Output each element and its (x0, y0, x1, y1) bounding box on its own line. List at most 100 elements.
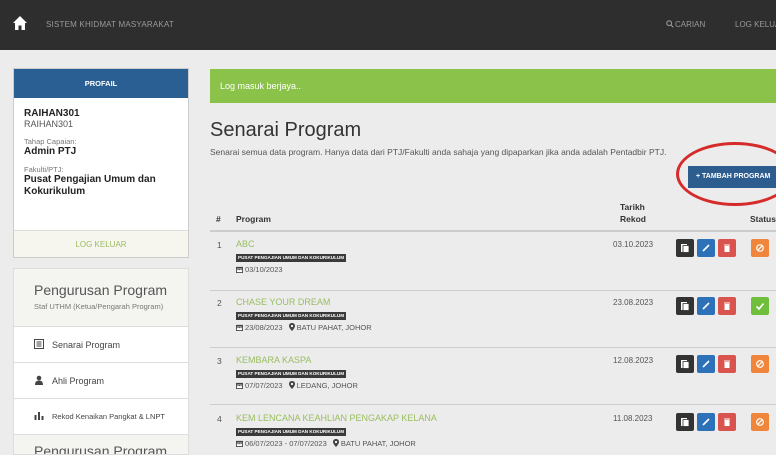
calendar-icon (236, 382, 243, 391)
menu-section-header: Pengurusan Program Staf UTHM (Ketua/Peng… (14, 269, 188, 327)
user-icon (34, 364, 46, 400)
program-location: BATU PAHAT, JOHOR (296, 323, 372, 332)
delete-button[interactable] (718, 355, 736, 373)
view-button[interactable] (676, 355, 694, 373)
sidebar-item-label: Rekod Kenaikan Pangkat & LNPT (52, 412, 165, 421)
sidebar-menu: Pengurusan Program Staf UTHM (Ketua/Peng… (13, 268, 189, 455)
col-header-date-line1: Tarikh (620, 202, 645, 212)
logout-link[interactable]: LOG KELUAR (735, 20, 776, 29)
ban-icon (756, 360, 764, 368)
row-number: 1 (217, 240, 222, 250)
view-button[interactable] (676, 413, 694, 431)
ptj-badge: PUSAT PENGAJIAN UMUM DAN KOKURIKULUM (236, 312, 347, 320)
menu-next-section-title: Pengurusan Program (14, 435, 188, 454)
pencil-icon (702, 418, 710, 426)
top-navbar: SISTEM KHIDMAT MASYARAKAT CARIAN LOG KEL… (0, 0, 776, 50)
delete-button[interactable] (718, 297, 736, 315)
document-icon (681, 244, 690, 253)
bar-chart-icon (34, 400, 46, 436)
edit-button[interactable] (697, 355, 715, 373)
program-date-info: 23/08/2023 BATU PAHAT, JOHOR (236, 323, 372, 333)
program-date: 23/08/2023 (245, 323, 283, 332)
map-marker-icon (332, 439, 339, 449)
edit-button[interactable] (697, 413, 715, 431)
page-title: Senarai Program (210, 119, 362, 141)
status-button[interactable] (751, 355, 769, 373)
edit-button[interactable] (697, 239, 715, 257)
ptj-badge: PUSAT PENGAJIAN UMUM DAN KOKURIKULUM (236, 254, 347, 262)
profile-username: RAIHAN301 (24, 108, 80, 119)
calendar-icon (236, 324, 243, 333)
success-alert: Log masuk berjaya.. (210, 69, 776, 103)
calendar-icon (236, 266, 243, 275)
access-level-value: Admin PTJ (24, 146, 77, 157)
annotation-circle (676, 142, 776, 206)
search-link[interactable]: CARIAN (666, 20, 705, 29)
trash-icon (724, 244, 730, 252)
document-icon (681, 302, 690, 311)
col-header-program: Program (236, 214, 271, 224)
access-level-label: Tahap Capaian: (24, 137, 77, 146)
sidebar-item-label: Ahli Program (52, 376, 105, 386)
record-date: 23.08.2023 (613, 298, 654, 307)
status-button[interactable] (751, 413, 769, 431)
col-header-date: Tarikh Rekod (620, 201, 646, 225)
profile-logout-button[interactable]: LOG KELUAR (14, 230, 188, 257)
program-name-link[interactable]: KEM LENCANA KEAHLIAN PENGAKAP KELANA (236, 413, 437, 423)
row-number: 4 (217, 414, 222, 424)
col-header-status: Status (750, 214, 776, 224)
program-name-link[interactable]: ABC (236, 239, 255, 249)
table-header-divider (210, 230, 776, 232)
status-button[interactable] (751, 239, 769, 257)
record-date: 11.08.2023 (613, 414, 653, 423)
sidebar-item-rekod-kenaikan[interactable]: Rekod Kenaikan Pangkat & LNPT (14, 399, 188, 435)
list-icon (34, 328, 46, 364)
row-divider (210, 347, 776, 348)
delete-button[interactable] (718, 413, 736, 431)
search-label: CARIAN (675, 20, 706, 29)
sidebar-item-ahli-program[interactable]: Ahli Program (14, 363, 188, 399)
faculty-value: Pusat Pengajian Umum dan Kokurikulum (24, 174, 156, 197)
view-button[interactable] (676, 297, 694, 315)
document-icon (681, 418, 690, 427)
brand-title[interactable]: SISTEM KHIDMAT MASYARAKAT (46, 20, 174, 29)
profile-header: PROFAIL (14, 69, 188, 98)
delete-button[interactable] (718, 239, 736, 257)
check-icon (755, 302, 765, 311)
row-number: 3 (217, 356, 222, 366)
faculty-label: Fakulti/PTJ: (24, 165, 64, 174)
map-marker-icon (288, 323, 295, 333)
col-header-num: # (216, 214, 221, 224)
ban-icon (756, 244, 764, 252)
document-icon (681, 360, 690, 369)
program-date: 06/07/2023 - 07/07/2023 (245, 439, 327, 448)
ptj-badge: PUSAT PENGAJIAN UMUM DAN KOKURIKULUM (236, 428, 347, 436)
ban-icon (756, 418, 764, 426)
row-divider (210, 404, 776, 405)
status-button[interactable] (751, 297, 769, 315)
program-date: 07/07/2023 (245, 381, 283, 390)
program-date-info: 06/07/2023 - 07/07/2023 BATU PAHAT, JOHO… (236, 439, 416, 449)
row-number: 2 (217, 298, 222, 308)
sidebar-item-senarai-program[interactable]: Senarai Program (14, 327, 188, 363)
page-subtitle: Senarai semua data program. Hanya data d… (210, 147, 667, 157)
program-date-info: 03/10/2023 (236, 265, 283, 275)
trash-icon (724, 360, 730, 368)
profile-panel: PROFAIL RAIHAN301 RAIHAN301 Tahap Capaia… (13, 68, 189, 258)
row-divider (210, 290, 776, 291)
program-name-link[interactable]: CHASE YOUR DREAM (236, 297, 330, 307)
edit-button[interactable] (697, 297, 715, 315)
home-icon[interactable] (12, 15, 28, 31)
trash-icon (724, 302, 730, 310)
trash-icon (724, 418, 730, 426)
record-date: 03.10.2023 (613, 240, 654, 249)
program-location: BATU PAHAT, JOHOR (340, 439, 416, 448)
ptj-badge: PUSAT PENGAJIAN UMUM DAN KOKURIKULUM (236, 370, 347, 378)
view-button[interactable] (676, 239, 694, 257)
profile-user-id: RAIHAN301 (24, 119, 74, 129)
col-header-date-line2: Rekod (620, 214, 646, 224)
program-name-link[interactable]: KEMBARA KASPA (236, 355, 311, 365)
sidebar-item-label: Senarai Program (52, 340, 121, 350)
calendar-icon (236, 440, 243, 449)
program-date: 03/10/2023 (245, 265, 283, 274)
